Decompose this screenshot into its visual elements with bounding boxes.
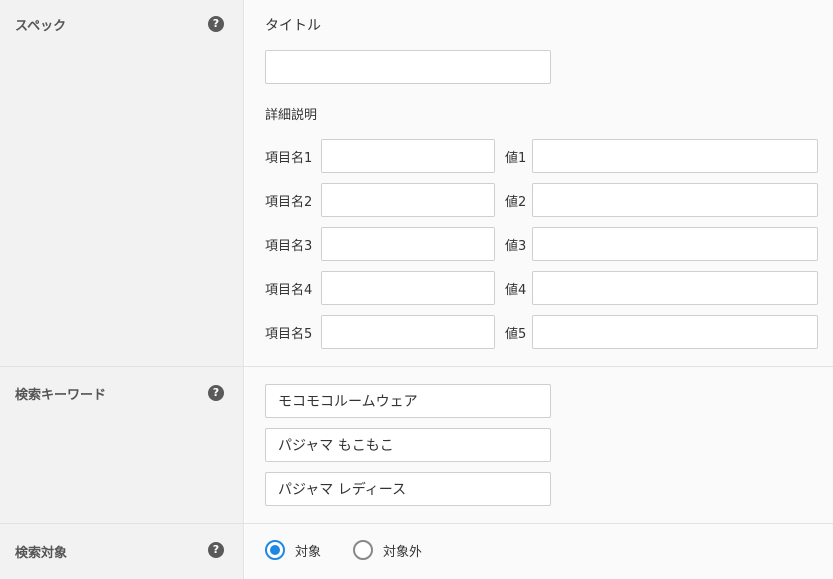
search-target-label-cell: 検索対象 ?: [0, 524, 244, 579]
radio-button-checked[interactable]: [265, 540, 285, 560]
item-value-label: 値3: [505, 239, 527, 254]
help-icon[interactable]: ?: [208, 542, 224, 558]
item-value-input[interactable]: [532, 315, 818, 349]
keywords-value-cell: [245, 367, 833, 523]
radio-target-label: 対象: [295, 544, 322, 560]
item-value-label: 値1: [505, 151, 527, 166]
item-name-input[interactable]: [321, 183, 495, 217]
item-value-input[interactable]: [532, 227, 818, 261]
keyword-input[interactable]: [265, 428, 551, 462]
help-icon[interactable]: ?: [208, 16, 224, 32]
radio-not-target-label: 対象外: [383, 544, 423, 560]
item-value-input[interactable]: [532, 139, 818, 173]
spec-detail-label: 詳細説明: [265, 108, 318, 123]
spec-row: スペック ? タイトル 詳細説明 項目名1 値1 項目名2 値2 項目名3 値3…: [0, 0, 833, 367]
item-value-input[interactable]: [532, 271, 818, 305]
item-name-label: 項目名4: [265, 283, 313, 298]
search-target-label: 検索対象: [15, 546, 68, 561]
item-name-input[interactable]: [321, 139, 495, 173]
keyword-input[interactable]: [265, 384, 551, 418]
spec-value-cell: タイトル 詳細説明 項目名1 値1 項目名2 値2 項目名3 値3 項目名4 値…: [245, 0, 833, 366]
search-target-value-cell: 対象 対象外: [245, 524, 833, 579]
help-icon[interactable]: ?: [208, 385, 224, 401]
item-value-label: 値5: [505, 327, 527, 342]
item-name-label: 項目名1: [265, 151, 313, 166]
item-name-input[interactable]: [321, 315, 495, 349]
spec-title-input[interactable]: [265, 50, 551, 84]
item-name-label: 項目名3: [265, 239, 313, 254]
search-target-row: 検索対象 ? 対象 対象外: [0, 524, 833, 579]
keywords-label-cell: 検索キーワード ?: [0, 367, 244, 523]
item-name-label: 項目名5: [265, 327, 313, 342]
spec-title-label: タイトル: [265, 18, 321, 34]
item-value-input[interactable]: [532, 183, 818, 217]
keyword-input[interactable]: [265, 472, 551, 506]
spec-label: スペック: [15, 19, 67, 34]
radio-not-target[interactable]: 対象外: [353, 540, 422, 560]
item-name-input[interactable]: [321, 227, 495, 261]
radio-target[interactable]: 対象: [265, 540, 321, 560]
spec-label-cell: スペック ?: [0, 0, 244, 366]
item-value-label: 値2: [505, 195, 527, 210]
keywords-row: 検索キーワード ?: [0, 367, 833, 524]
item-value-label: 値4: [505, 283, 527, 298]
item-name-input[interactable]: [321, 271, 495, 305]
radio-button-unchecked[interactable]: [353, 540, 373, 560]
keywords-label: 検索キーワード: [15, 388, 107, 403]
item-name-label: 項目名2: [265, 195, 313, 210]
